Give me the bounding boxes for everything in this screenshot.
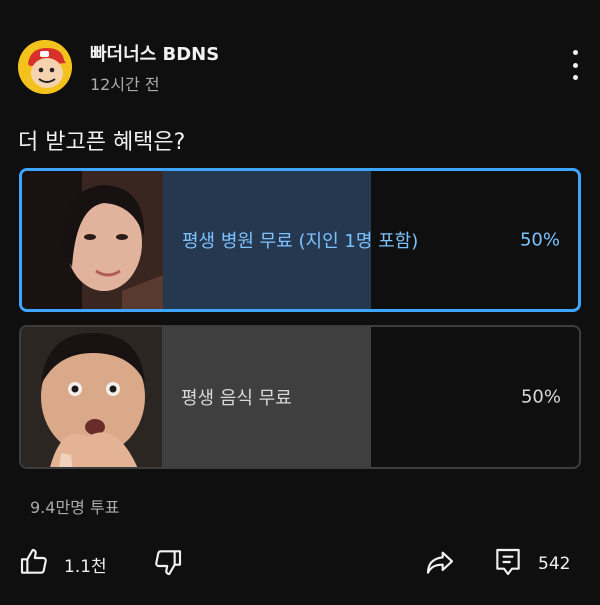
option-2-percent: 50% bbox=[520, 386, 561, 408]
share-icon bbox=[424, 546, 456, 582]
thumbs-down-icon bbox=[152, 546, 184, 582]
vote-count: 9.4만명 투표 bbox=[30, 498, 120, 517]
post-header: 빠더너스 BDNS 12시간 전 bbox=[18, 38, 582, 98]
poll-option-2[interactable]: 평생 음식 무료 50% bbox=[19, 325, 581, 469]
thumbs-up-icon bbox=[18, 546, 50, 582]
more-vert-icon[interactable] bbox=[568, 50, 582, 80]
comment-icon bbox=[492, 546, 524, 582]
comment-count: 542 bbox=[538, 554, 571, 574]
option-2-thumbnail bbox=[21, 327, 162, 467]
channel-avatar[interactable] bbox=[18, 40, 72, 94]
option-1-label: 평생 병원 무료 (지인 1명 포함) bbox=[182, 231, 419, 252]
option-1-thumbnail bbox=[22, 171, 163, 309]
dislike-button[interactable] bbox=[152, 543, 184, 585]
poll-question: 더 받고픈 혜택은? bbox=[18, 130, 186, 155]
poll-option-1[interactable]: 평생 병원 무료 (지인 1명 포함) 50% bbox=[19, 168, 581, 312]
post-time: 12시간 전 bbox=[90, 75, 160, 94]
option-1-percent: 50% bbox=[519, 229, 560, 251]
comment-button[interactable]: 542 bbox=[492, 543, 570, 585]
like-button[interactable]: 1.1천 bbox=[18, 543, 107, 585]
share-button[interactable] bbox=[424, 543, 456, 585]
channel-name[interactable]: 빠더너스 BDNS bbox=[90, 40, 219, 66]
option-2-label: 평생 음식 무료 bbox=[181, 388, 292, 409]
action-bar: 1.1천 542 bbox=[18, 543, 582, 585]
like-count: 1.1천 bbox=[64, 556, 107, 577]
